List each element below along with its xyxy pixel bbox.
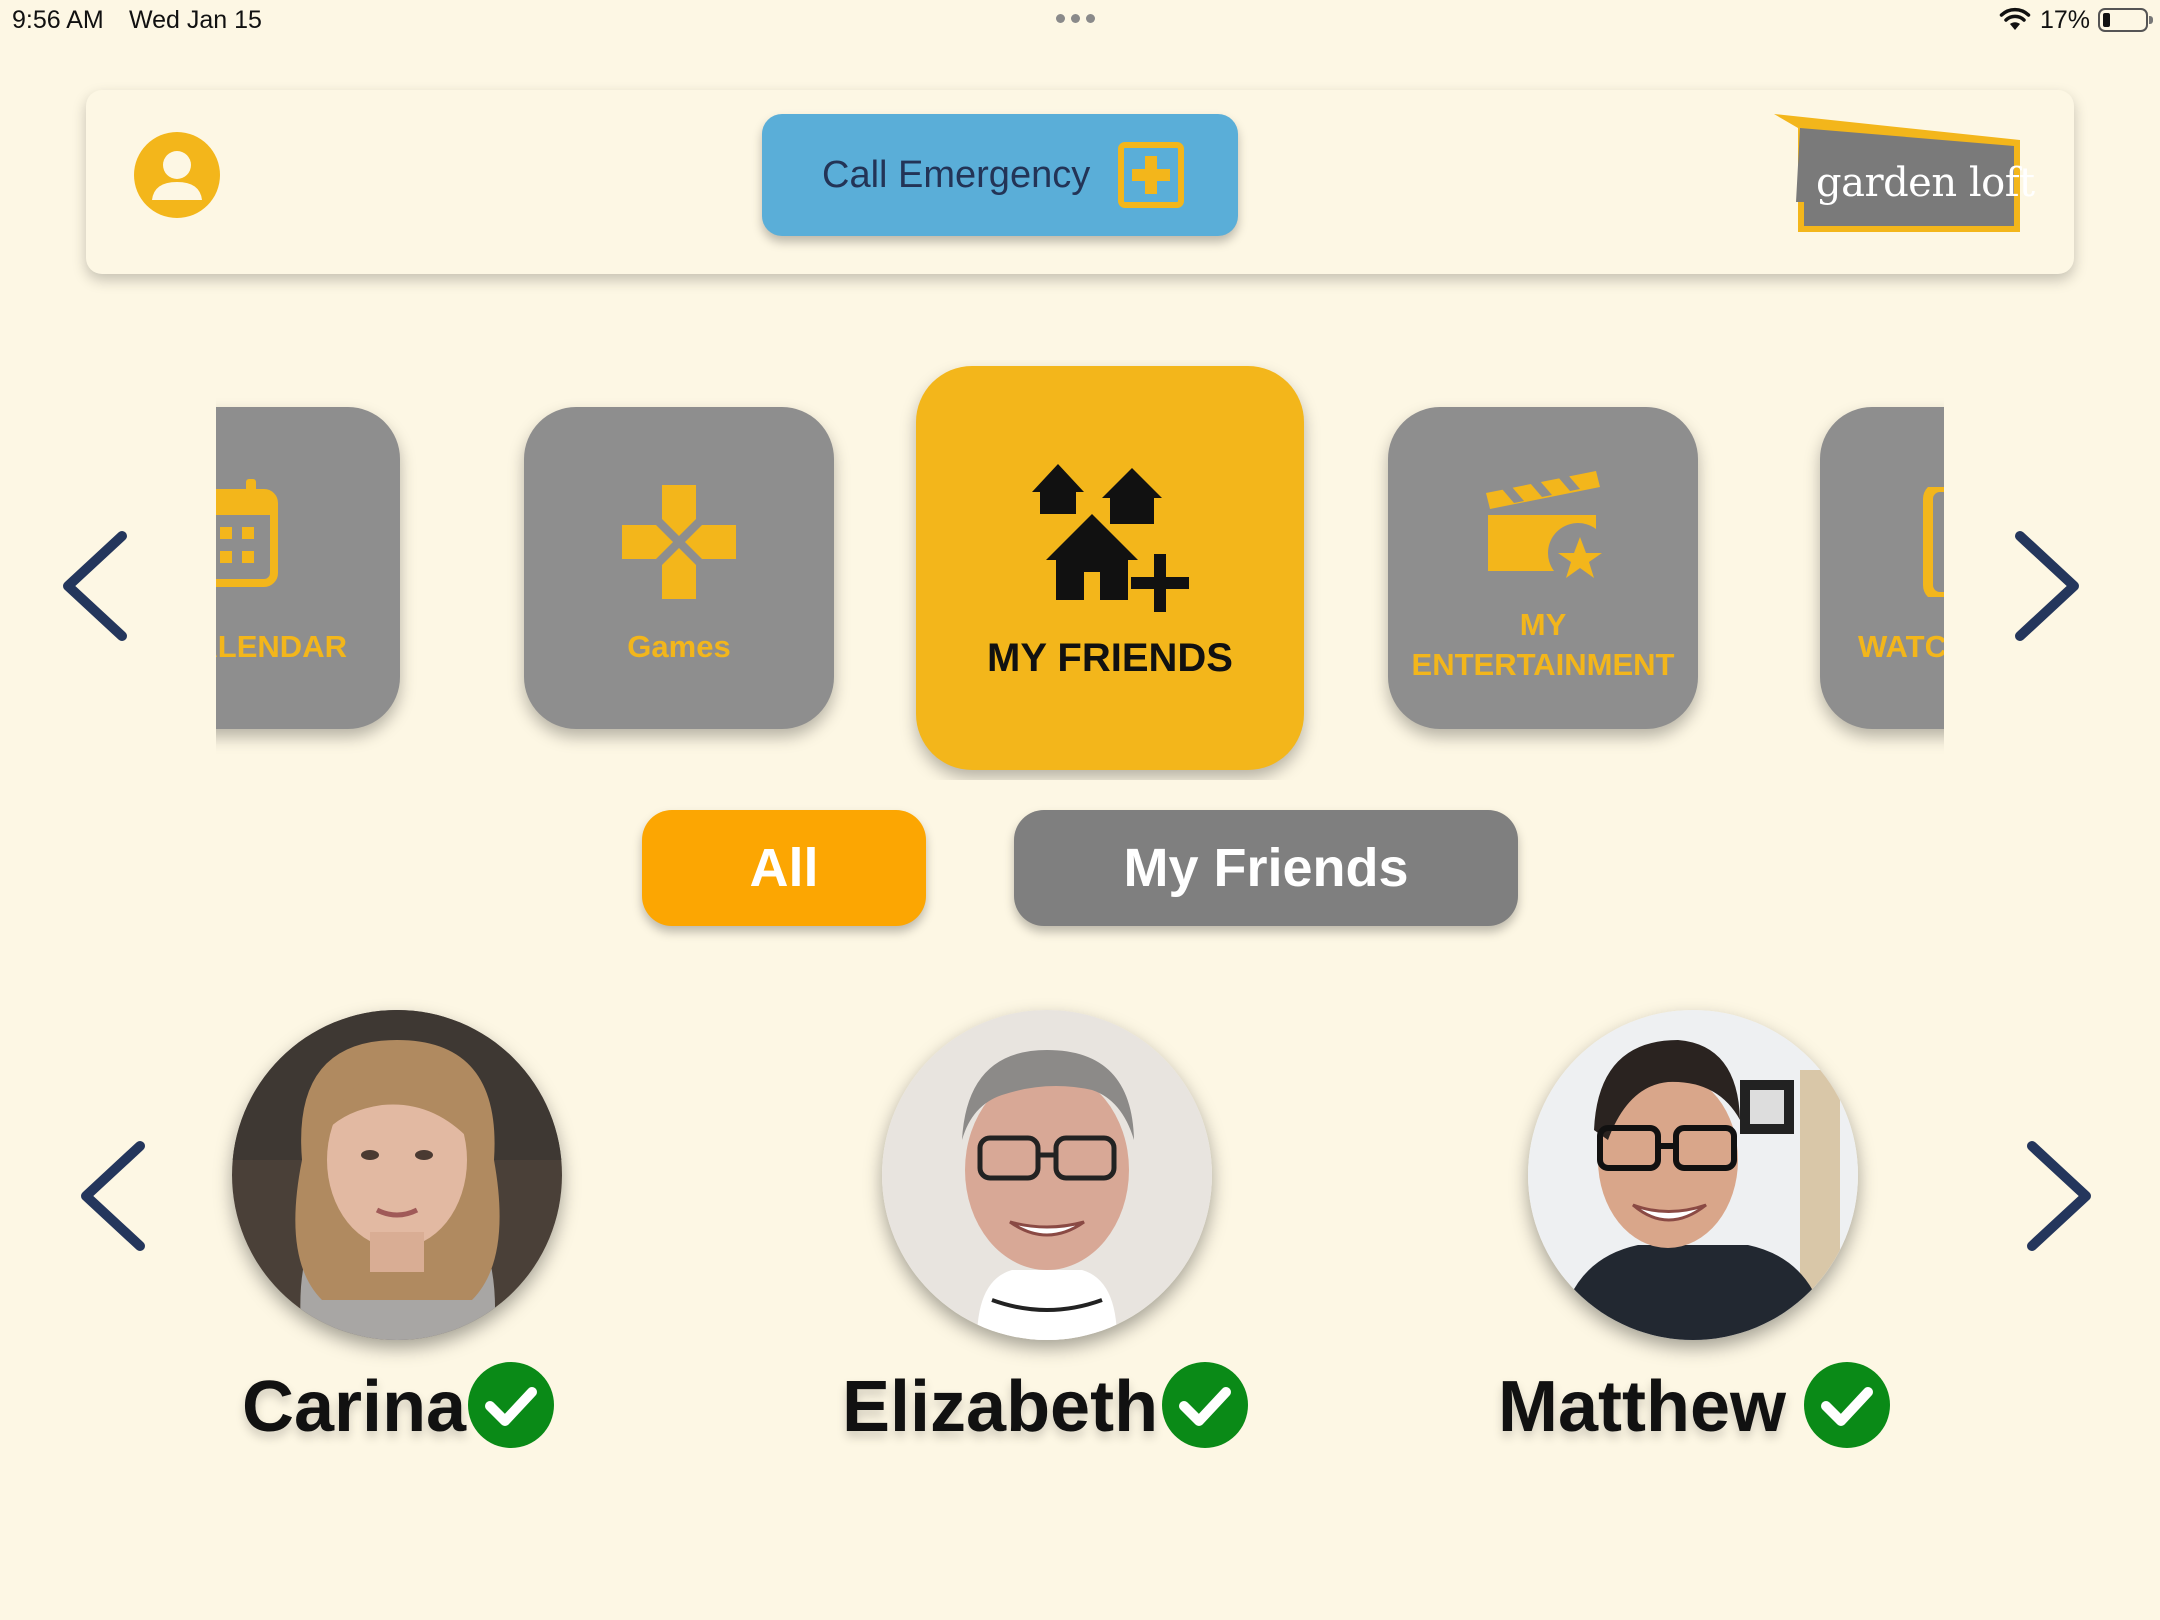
tile-calendar[interactable]: CALENDAR <box>216 407 400 729</box>
carousel-next-arrow-icon[interactable] <box>2010 526 2090 646</box>
battery-percentage: 17% <box>2040 6 2091 34</box>
tile-my-entertainment-label-line2: ENTERTAINMENT <box>1411 647 1675 682</box>
friends-prev-arrow-icon[interactable] <box>70 1136 150 1256</box>
gamepad-icon <box>622 485 736 599</box>
call-emergency-button[interactable]: Call Emergency <box>762 114 1238 236</box>
friends-next-arrow-icon[interactable] <box>2022 1136 2102 1256</box>
friend-name-carina: Carina <box>242 1367 467 1447</box>
friend-name-elizabeth: Elizabeth <box>842 1367 1159 1447</box>
multitasking-dots-icon[interactable] <box>1056 14 1095 23</box>
profile-icon[interactable] <box>134 132 220 218</box>
battery-icon <box>2098 8 2153 32</box>
wifi-icon <box>1999 7 2031 30</box>
friend-name-matthew: Matthew <box>1498 1367 1786 1447</box>
online-check-icon <box>1162 1362 1248 1448</box>
avatar-carina[interactable] <box>232 1010 562 1340</box>
calendar-icon <box>216 479 278 587</box>
tile-my-entertainment[interactable]: MY ENTERTAINMENT <box>1388 407 1698 729</box>
friend-card-matthew[interactable]: Matthew <box>1498 1010 1918 1470</box>
clapperboard-star-icon <box>1486 471 1606 585</box>
tile-my-friends-label: MY FRIENDS <box>987 636 1233 680</box>
tile-my-friends[interactable]: MY FRIENDS <box>916 366 1304 770</box>
tile-games-label: Games <box>627 629 731 664</box>
avatar-elizabeth[interactable] <box>882 1010 1212 1340</box>
tile-watch-label: WATCH <box>1858 629 1944 664</box>
tile-my-entertainment-label-line1: MY <box>1519 607 1567 642</box>
online-check-icon <box>468 1362 554 1448</box>
avatar-matthew[interactable] <box>1528 1010 1858 1340</box>
category-carousel: CALENDAR Games MY FRIENDS <box>216 360 1944 780</box>
status-date: Wed Jan 15 <box>129 6 262 34</box>
medical-plus-icon <box>1118 142 1184 208</box>
friends-houses-icon <box>1032 464 1189 612</box>
friend-card-elizabeth[interactable]: Elizabeth <box>842 1010 1282 1470</box>
status-time: 9:56 AM <box>12 6 104 34</box>
header-bar: Call Emergency garden loft <box>86 90 2074 274</box>
tile-calendar-label: CALENDAR <box>216 629 347 664</box>
friend-card-carina[interactable]: Carina <box>232 1010 632 1470</box>
logo-text: garden loft <box>1816 160 2035 206</box>
carousel-prev-arrow-icon[interactable] <box>52 526 132 646</box>
watch-icon <box>1923 487 1944 597</box>
tile-games[interactable]: Games <box>524 407 834 729</box>
status-bar: 9:56 AM Wed Jan 15 17% <box>0 0 2160 42</box>
tile-watch[interactable]: WATCH <box>1820 407 1944 729</box>
call-emergency-label: Call Emergency <box>822 154 1091 196</box>
online-check-icon <box>1804 1362 1890 1448</box>
filter-all-button[interactable]: All <box>642 810 926 926</box>
filter-my-friends-button[interactable]: My Friends <box>1014 810 1518 926</box>
garden-loft-logo: garden loft <box>1774 112 2035 240</box>
